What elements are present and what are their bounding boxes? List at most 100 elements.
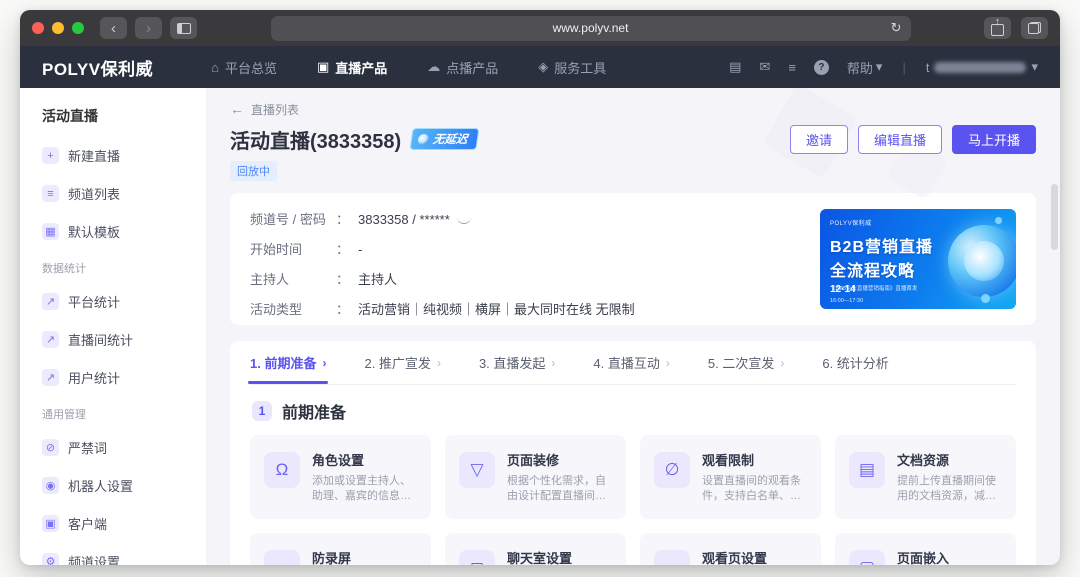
funnel-icon: ▽	[459, 452, 495, 488]
page-title: 活动直播(3833358)	[230, 125, 401, 154]
feature-card-anti-recording[interactable]: ▱ 防录屏	[250, 533, 431, 565]
sidebar-item-new-live[interactable]: + 新建直播	[42, 146, 184, 165]
reload-icon[interactable]: ↻	[891, 20, 902, 36]
nav-item-live-products[interactable]: ▣ 直播产品	[317, 58, 387, 77]
chart-icon: ↗	[42, 331, 59, 348]
step-tab-repromotion[interactable]: 5. 二次宣发 ›	[708, 341, 784, 384]
workflow-steps: 1. 前期准备 › 2. 推广宣发 › 3. 直播发起 › 4. 直播互动 ›	[250, 341, 1016, 385]
app-navbar: POLYV保利威 ⌂ 平台总览 ▣ 直播产品 ☁ 点播产品 ◈ 服务工具 ▤ ✉…	[20, 46, 1060, 88]
polyv-logo[interactable]: POLYV保利威	[42, 55, 153, 80]
feature-card-chatroom-settings[interactable]: ◻ 聊天室设置	[445, 533, 626, 565]
sidebar-title: 活动直播	[42, 106, 184, 126]
user-account-menu[interactable]: t ▾	[926, 59, 1038, 75]
cloud-icon: ☁	[427, 59, 440, 75]
help-menu[interactable]: 帮助 ▾	[847, 58, 883, 77]
scrollbar[interactable]	[1051, 184, 1058, 250]
home-icon: ⌂	[211, 60, 219, 75]
console-icon[interactable]: ≡	[788, 60, 796, 75]
plus-icon: +	[42, 147, 59, 164]
feature-card-document-resources[interactable]: ▤ 文档资源 提前上传直播期间使用的文档资源，减少直播中的失…	[835, 435, 1016, 519]
info-row-host: 主持人 ： 主持人	[250, 271, 820, 289]
close-window-button[interactable]	[32, 22, 44, 34]
back-arrow-icon[interactable]: ←	[230, 101, 244, 117]
banner-disc-graphic	[948, 225, 1016, 297]
archive-icon[interactable]: ▤	[729, 59, 741, 75]
minimize-window-button[interactable]	[52, 22, 64, 34]
no-delay-badge: 无延迟	[410, 128, 480, 150]
robot-icon: ◉	[42, 477, 59, 494]
chevron-right-icon: ›	[666, 356, 670, 370]
sidebar-item-default-template[interactable]: ▦ 默认模板	[42, 222, 184, 241]
chevron-right-icon: ›	[437, 356, 441, 370]
workflow-card: 1. 前期准备 › 2. 推广宣发 › 3. 直播发起 › 4. 直播互动 ›	[230, 341, 1036, 565]
username-prefix: t	[926, 60, 930, 75]
browser-window: ‹ › www.polyv.net ↻ ↑ POLYV保利威 ⌂ 平台总览 ▣ …	[20, 10, 1060, 565]
promo-banner[interactable]: POLYV保利威 B2B营销直播 全流程攻略 《B2B企业直播营销指南》直播首发…	[820, 209, 1016, 309]
sidebar-item-client[interactable]: ▣ 客户端	[42, 514, 184, 533]
chevron-right-icon: ›	[551, 356, 555, 370]
eye-off-icon: ∅	[654, 452, 690, 488]
screen-record-icon: ▱	[264, 550, 300, 565]
edit-live-button[interactable]: 编辑直播	[858, 125, 942, 154]
back-icon: ‹	[111, 21, 116, 36]
forward-button[interactable]: ›	[135, 17, 162, 39]
nav-item-platform-overview[interactable]: ⌂ 平台总览	[211, 58, 277, 77]
banner-dot	[995, 217, 1002, 224]
address-bar[interactable]: www.polyv.net ↻	[271, 16, 911, 41]
document-icon: ▤	[849, 452, 885, 488]
step-tab-promotion[interactable]: 2. 推广宣发 ›	[364, 341, 440, 384]
start-live-button[interactable]: 马上开播	[952, 125, 1036, 154]
main-content: ← 直播列表 活动直播(3833358) 无延迟 邀请 编辑直播 马上开播 回放…	[206, 88, 1060, 565]
eye-off-icon[interactable]	[457, 217, 471, 224]
breadcrumb-live-list[interactable]: 直播列表	[251, 101, 299, 118]
list-icon: ≡	[42, 185, 59, 202]
feature-card-role-settings[interactable]: Ω 角色设置 添加或设置主持人、助理、嘉宾的信息，以及新增助…	[250, 435, 431, 519]
maximize-window-button[interactable]	[72, 22, 84, 34]
sidebar-toggle-button[interactable]	[170, 17, 197, 39]
info-row-start-time: 开始时间 ： -	[250, 241, 820, 259]
sidebar-item-banned-words[interactable]: ⊘ 严禁词	[42, 438, 184, 457]
back-button[interactable]: ‹	[100, 17, 127, 39]
watch-page-icon: ▭	[654, 550, 690, 565]
tools-icon: ◈	[538, 59, 548, 75]
feature-card-watch-page-settings[interactable]: ▭ 观看页设置	[640, 533, 821, 565]
step-tab-analytics[interactable]: 6. 统计分析	[822, 341, 888, 384]
nav-item-service-tools[interactable]: ◈ 服务工具	[538, 58, 606, 77]
tabs-icon	[1028, 22, 1041, 34]
invite-button[interactable]: 邀请	[790, 125, 848, 154]
forbidden-icon: ⊘	[42, 439, 59, 456]
banner-date: 12·14	[830, 284, 856, 295]
sidebar-item-room-stats[interactable]: ↗ 直播间统计	[42, 330, 184, 349]
info-row-channel-password: 频道号 / 密码 ： 3833358 / ******	[250, 211, 820, 229]
share-icon: ↑	[991, 24, 1004, 36]
sidebar-item-user-stats[interactable]: ↗ 用户统计	[42, 368, 184, 387]
feature-card-page-decoration[interactable]: ▽ 页面装修 根据个性化需求，自由设计配置直播间元素，支持自…	[445, 435, 626, 519]
banner-time: 16:00—17:30	[830, 298, 863, 304]
browser-titlebar: ‹ › www.polyv.net ↻ ↑	[20, 10, 1060, 46]
share-button[interactable]: ↑	[984, 17, 1011, 39]
sidebar: 活动直播 + 新建直播 ≡ 频道列表 ▦ 默认模板 数据统计 ↗ 平台统计 ↗ …	[20, 88, 206, 565]
section-title: 前期准备	[282, 399, 346, 423]
mail-icon[interactable]: ✉	[759, 59, 770, 75]
sidebar-item-channel-list[interactable]: ≡ 频道列表	[42, 184, 184, 203]
chevron-right-icon: ›	[322, 356, 326, 370]
step-tab-interaction[interactable]: 4. 直播互动 ›	[593, 341, 669, 384]
sidebar-item-robot-settings[interactable]: ◉ 机器人设置	[42, 476, 184, 495]
chevron-down-icon: ▾	[1031, 59, 1038, 75]
banner-dot	[981, 294, 990, 303]
sidebar-item-platform-stats[interactable]: ↗ 平台统计	[42, 292, 184, 311]
step-tab-preparation[interactable]: 1. 前期准备 ›	[250, 341, 326, 384]
divider: |	[902, 60, 905, 75]
step-tab-launch[interactable]: 3. 直播发起 ›	[479, 341, 555, 384]
question-icon[interactable]: ?	[814, 60, 829, 75]
breadcrumb: ← 直播列表	[230, 100, 1036, 118]
sidebar-group-data-stats: 数据统计	[42, 260, 184, 276]
username-redacted	[934, 62, 1026, 73]
nav-item-vod-products[interactable]: ☁ 点播产品	[427, 58, 498, 77]
sidebar-item-channel-settings[interactable]: ⚙ 频道设置	[42, 552, 184, 565]
feature-card-watch-restriction[interactable]: ∅ 观看限制 设置直播间的观看条件，支持白名单、报名观看、验…	[640, 435, 821, 519]
sidebar-panel-icon	[177, 23, 191, 34]
sidebar-group-general-manage: 通用管理	[42, 406, 184, 422]
tab-overview-button[interactable]	[1021, 17, 1048, 39]
feature-card-page-embed[interactable]: ▢ 页面嵌入	[835, 533, 1016, 565]
